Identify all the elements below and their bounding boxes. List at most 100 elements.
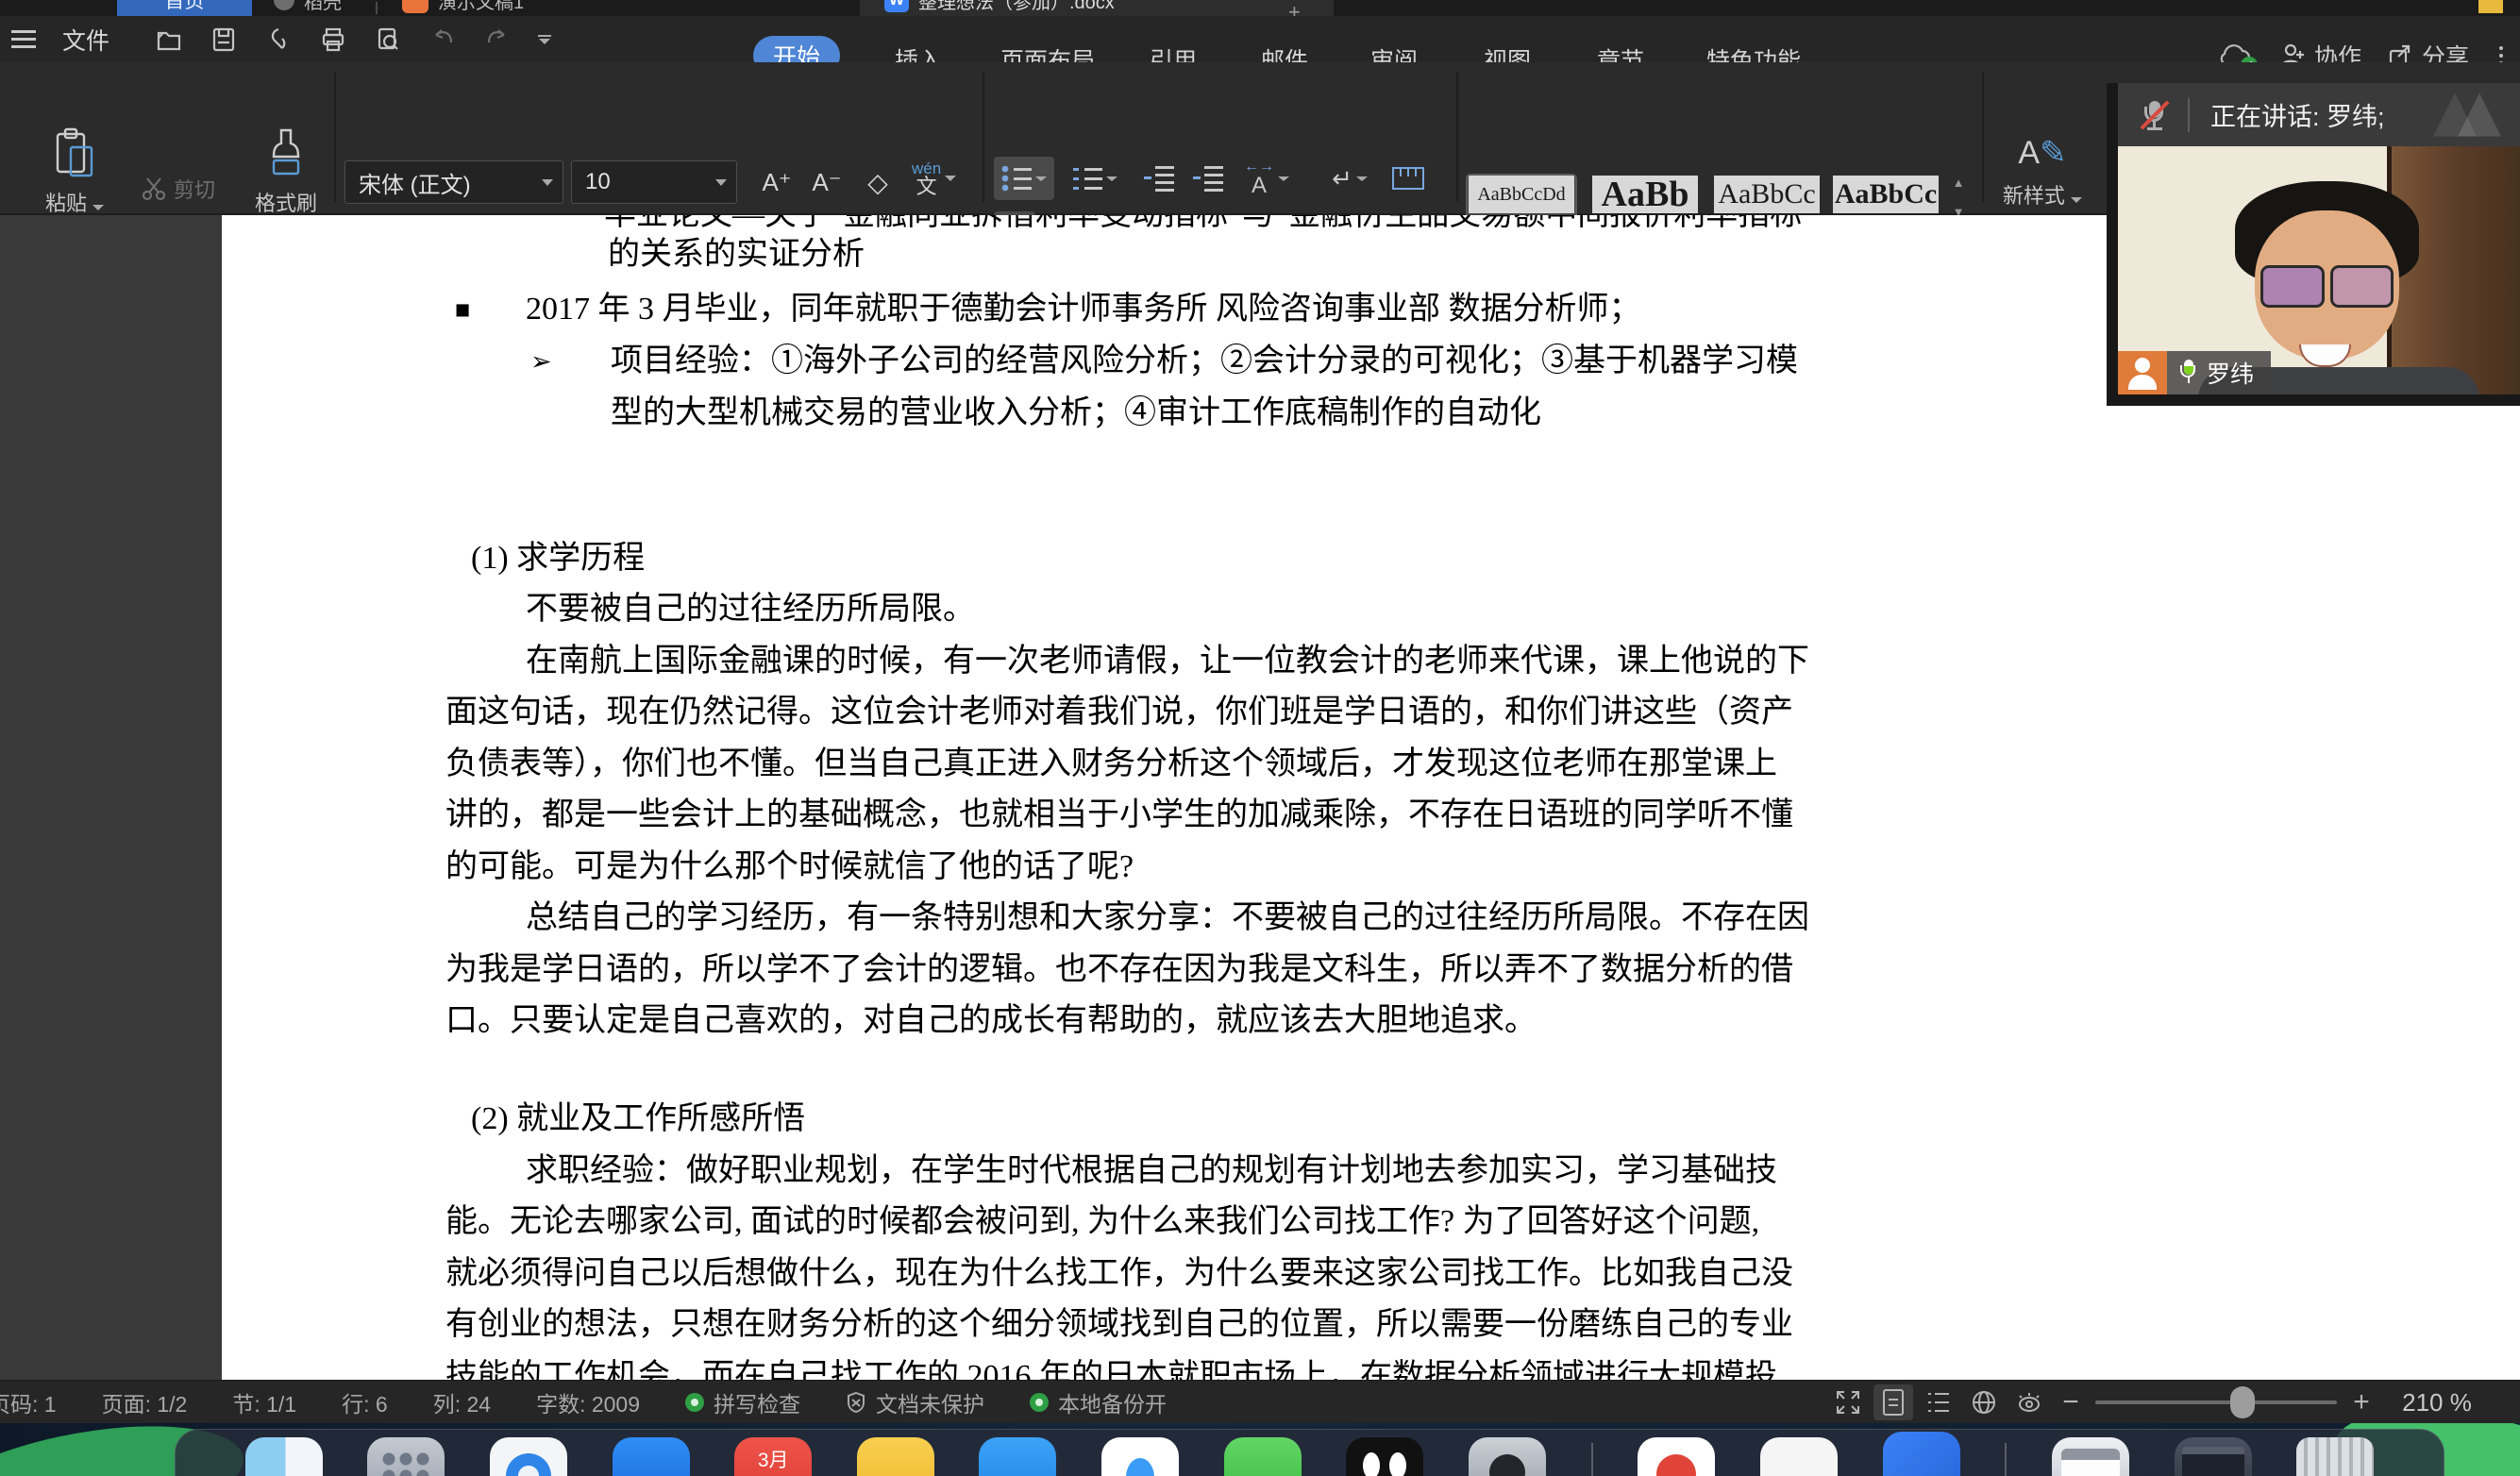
dock-icon-minimized-window[interactable] <box>2175 1437 2252 1476</box>
participant-glasses <box>2260 265 2394 308</box>
save-button[interactable] <box>208 24 240 56</box>
dock-icon-safari[interactable] <box>490 1437 567 1476</box>
format-painter-button[interactable]: 格式刷 <box>255 126 317 217</box>
meeting-overlay[interactable]: 正在讲话: 罗纬; 罗纬 <box>2107 83 2520 406</box>
dock-icon-finder[interactable] <box>245 1437 323 1476</box>
file-menu[interactable]: 文件 <box>62 23 109 57</box>
export-button[interactable] <box>262 24 294 56</box>
zoom-slider[interactable] <box>2095 1401 2337 1404</box>
style-sample: AaBbCc <box>1714 176 1820 213</box>
page-view-icon[interactable] <box>1873 1384 1913 1420</box>
writer-doc-icon: W <box>884 0 909 12</box>
dock-icon-white-app[interactable] <box>1760 1437 1838 1476</box>
undo-button[interactable] <box>427 24 459 56</box>
dock-icon-mail[interactable] <box>613 1437 690 1476</box>
fullscreen-icon[interactable] <box>1828 1384 1868 1420</box>
zoom-slider-thumb[interactable] <box>2230 1386 2255 1418</box>
tab-home-label: 首页 <box>165 0 205 14</box>
desktop-dock-strip: 3月 <box>0 1423 2520 1476</box>
status-item-0: 页码: 1 <box>0 1386 57 1418</box>
dock-icon-weather[interactable] <box>1101 1437 1179 1476</box>
document-line-17: 能。无论去哪家公司, 面试的时候都会被问到, 为什么来我们公司找工作? 为了回答… <box>445 1203 1759 1241</box>
char-scale-button[interactable]: ←→A <box>1244 157 1289 200</box>
doc-protection-status[interactable]: 文档未保护 <box>846 1386 984 1418</box>
dock-icon-trash[interactable] <box>2296 1437 2374 1476</box>
numbered-list-button[interactable] <box>1065 157 1125 200</box>
tab-document-active[interactable]: W 整理想法（参加）.docx <box>860 0 1334 16</box>
spell-check-status[interactable]: 拼写检查 <box>685 1386 800 1418</box>
participant-smile <box>2299 344 2351 367</box>
decrease-font-button[interactable]: A⁻ <box>806 160 848 204</box>
document-line-15: (2) 就业及工作所感所悟 <box>471 1100 805 1138</box>
new-tab-button[interactable]: + <box>1288 0 1301 16</box>
font-size-value: 10 <box>585 169 611 195</box>
dock-icon-notes[interactable] <box>857 1437 934 1476</box>
dock-icon-calendar[interactable]: 3月 <box>734 1437 812 1476</box>
dock-separator <box>2005 1443 2007 1476</box>
local-backup-label: 本地备份开 <box>1058 1386 1167 1418</box>
quick-access-dropdown-icon[interactable] <box>538 35 551 44</box>
document-line-12: 总结自己的学习经历，有一条特别想和大家分享：不要被自己的过往经历所局限。不存在因 <box>526 899 1809 937</box>
spell-check-icon <box>685 1393 704 1412</box>
participant-avatar-icon <box>2118 351 2167 394</box>
increase-font-button[interactable]: A⁺ <box>756 160 798 204</box>
presentation-icon <box>402 0 428 13</box>
wrap-button[interactable]: ↵ <box>1329 157 1370 200</box>
phonetic-guide-button[interactable]: wén文 <box>912 157 956 200</box>
tab-ruler-button[interactable] <box>1387 157 1429 200</box>
dock-icon-app-store[interactable] <box>979 1437 1056 1476</box>
decrease-indent-button[interactable] <box>1138 157 1180 200</box>
paste-button[interactable]: 粘贴 <box>45 126 104 217</box>
vip-crown-icon[interactable] <box>2478 0 2503 13</box>
status-item-3: 行: 6 <box>342 1386 388 1418</box>
font-name-select[interactable]: 宋体 (正文) <box>344 160 563 204</box>
microphone-muted-icon[interactable] <box>2142 99 2167 131</box>
participant-name-label: 罗纬 <box>2207 356 2254 390</box>
print-button[interactable] <box>317 24 349 56</box>
dock-icon-facetime[interactable] <box>1224 1437 1302 1476</box>
tab-home[interactable]: 首页 <box>117 0 252 16</box>
dock-icon-docs-blue[interactable] <box>1883 1432 1960 1476</box>
local-backup-status[interactable]: 本地备份开 <box>1030 1386 1167 1418</box>
increase-indent-button[interactable] <box>1187 157 1229 200</box>
redo-button[interactable] <box>481 24 513 56</box>
zoom-in-button[interactable]: + <box>2343 1386 2380 1418</box>
print-preview-button[interactable] <box>372 24 404 56</box>
outline-view-icon[interactable] <box>1919 1384 1958 1420</box>
list-bullet: ■ <box>455 291 470 328</box>
meeting-app-logo-icon <box>2428 93 2507 137</box>
document-line-20: 技能的工作机会，而在自己找工作的 2016 年的日本就职市场上，在数据分析领域进… <box>445 1358 1777 1380</box>
hamburger-menu-icon[interactable] <box>11 30 36 49</box>
dock-icon-launchpad[interactable] <box>367 1437 445 1476</box>
header-divider <box>2188 98 2190 132</box>
eye-protection-icon[interactable] <box>2009 1384 2049 1420</box>
participant-mic-icon <box>2180 360 2197 386</box>
document-line-2: 2017 年 3 月毕业，同年就职于德勤会计师事务所 风险咨询事业部 数据分析师… <box>526 291 1641 328</box>
bullet-list-button[interactable] <box>994 157 1054 200</box>
zoom-out-button[interactable]: − <box>2052 1386 2090 1418</box>
dock-icon-photo-booth[interactable] <box>1469 1437 1546 1476</box>
document-line-9: 负债表等），你们也不懂。但当自己真正进入财务分析这个领域后，才发现这位老师在那堂… <box>445 746 1777 783</box>
dock-icon-black-app[interactable] <box>1346 1437 1423 1476</box>
dock-separator <box>1591 1443 1593 1476</box>
document-line-0: 毕业论文—关于“金融同业拆借利率变动指标”与“金融衍生品交易额中间报价利率指标” <box>604 215 1816 234</box>
participant-video[interactable]: 罗纬 <box>2118 146 2520 394</box>
doc-protection-label: 文档未保护 <box>876 1386 984 1418</box>
dock: 3月 <box>175 1429 2444 1476</box>
dock-icon-music[interactable] <box>1638 1437 1715 1476</box>
open-file-button[interactable] <box>153 24 185 56</box>
cut-button[interactable]: 剪切 <box>142 174 215 204</box>
document-line-4: 型的大型机械交易的营业收入分析；④审计工作底稿制作的自动化 <box>611 394 1541 432</box>
document-line-10: 讲的，都是一些会计上的基础概念，也就相当于小学生的加减乘除，不存在日语班的同学听… <box>445 797 1793 834</box>
new-style-button[interactable]: A✎ 新样式 <box>1993 134 2092 210</box>
tab-docer[interactable]: 稻壳 <box>274 0 342 16</box>
tab-separator <box>376 2 378 14</box>
font-size-select[interactable]: 10 <box>571 160 737 204</box>
dock-icon-files-window[interactable] <box>2052 1437 2129 1476</box>
clear-format-button[interactable]: ◇ <box>857 160 899 204</box>
local-backup-icon <box>1030 1393 1049 1412</box>
web-view-icon[interactable] <box>1964 1384 2004 1420</box>
style-sample: AaBbCcDd <box>1469 176 1574 213</box>
document-line-6: 不要被自己的过往经历所局限。 <box>526 591 975 629</box>
tab-presentation[interactable]: 演示文稿1 <box>402 0 524 16</box>
